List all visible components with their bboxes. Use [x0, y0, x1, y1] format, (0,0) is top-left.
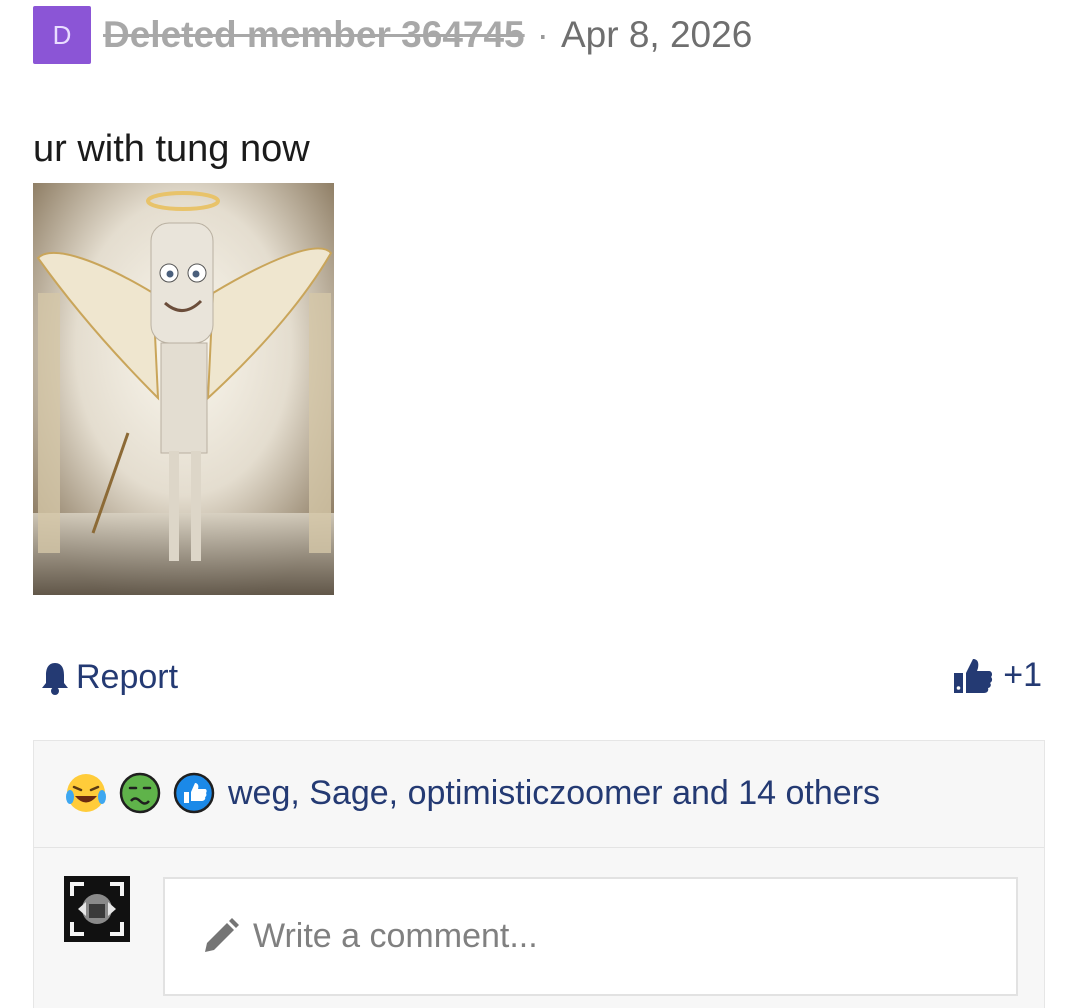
current-user-avatar[interactable]: [64, 876, 130, 942]
author-avatar[interactable]: D: [33, 6, 91, 64]
like-button[interactable]: +1: [953, 656, 1042, 695]
post-header: D Deleted member 364745 · Apr 8, 2026: [33, 6, 752, 64]
report-button[interactable]: Report: [40, 658, 178, 697]
laughing-crying-emoji-icon: [66, 774, 106, 812]
author-name[interactable]: Deleted member 364745: [103, 14, 525, 56]
comment-input[interactable]: Write a comment...: [163, 877, 1018, 996]
reactions-panel: weg, Sage, optimisticzoomer and 14 other…: [33, 740, 1045, 1008]
comment-placeholder: Write a comment...: [253, 917, 538, 955]
reactions-summary[interactable]: weg, Sage, optimisticzoomer and 14 other…: [228, 774, 880, 813]
thumbs-up-reaction-icon: [173, 772, 215, 814]
divider: [34, 847, 1044, 848]
pencil-icon: [205, 917, 239, 952]
reactions-row[interactable]: weg, Sage, optimisticzoomer and 14 other…: [64, 771, 880, 815]
post-text: ur with tung now: [33, 128, 310, 170]
separator: ·: [536, 14, 549, 55]
like-count: +1: [1003, 656, 1042, 694]
post-image[interactable]: [33, 183, 334, 595]
thumbs-up-icon: [954, 658, 993, 693]
post-date[interactable]: Apr 8, 2026: [561, 14, 752, 56]
bell-icon: [42, 662, 68, 695]
report-label: Report: [76, 658, 179, 696]
nauseated-face-emoji-icon: [119, 772, 161, 814]
